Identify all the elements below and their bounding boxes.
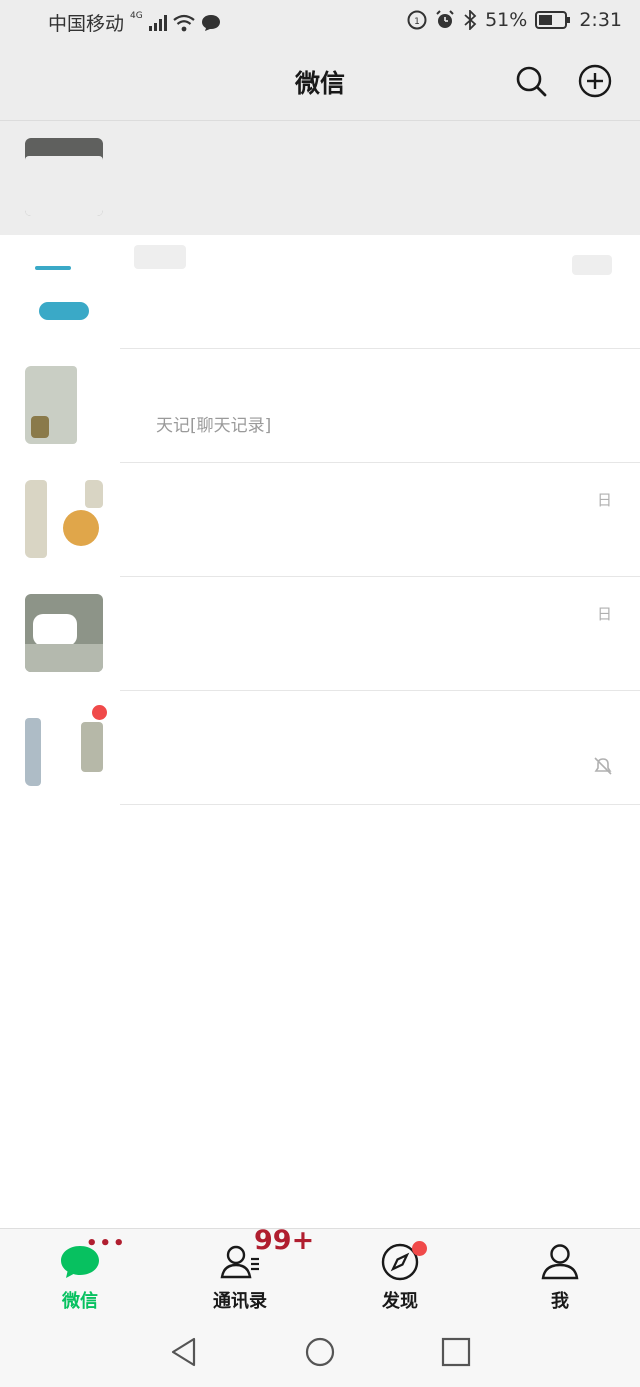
title-bar: 微信 [0,44,640,121]
message-notification-icon [201,14,220,31]
clock: 2:31 [579,9,622,31]
avatar [25,708,103,786]
bell-off-icon [594,757,612,775]
chats-badge: ••• [86,1233,127,1254]
tab-discover[interactable]: 发现 [320,1229,480,1321]
network-type: 4G [130,10,143,21]
discover-notification-dot [412,1241,427,1256]
wifi-icon [173,14,195,31]
dual-sim-icon: 1 [407,10,427,30]
avatar [25,366,103,444]
chat-list: 天记[聊天记录] 日 日 [0,121,640,805]
tab-me[interactable]: 我 [480,1229,640,1321]
search-icon[interactable] [514,64,548,98]
chat-time: 日 [596,605,612,623]
chat-row[interactable] [0,691,640,805]
carrier-name: 中国移动 [48,13,125,35]
battery-percent: 51% [485,9,528,31]
chat-row[interactable]: 日 [0,577,640,691]
unread-dot [92,705,107,720]
signal-icon [148,14,167,31]
system-nav-bar [0,1320,640,1387]
tab-label: 发现 [382,1291,418,1312]
tab-label: 微信 [62,1291,98,1312]
status-bar: 中国移动 4G 1 51% 2:31 [0,0,640,44]
redacted-block [134,245,186,269]
status-right: 1 51% 2:31 [407,9,622,31]
contacts-badge: 99+ [254,1225,315,1256]
chat-row[interactable]: 天记[聊天记录] [0,349,640,463]
redacted-block [572,255,612,275]
status-left: 中国移动 4G [48,9,221,36]
alarm-icon [436,10,454,28]
recents-icon[interactable] [440,1336,472,1368]
chat-row[interactable] [0,121,640,235]
chat-preview: 天记[聊天记录] [156,416,272,436]
tab-label: 我 [551,1291,569,1312]
bottom-tab-bar: 微信 通讯录 发现 我 ••• 99+ [0,1225,640,1321]
bluetooth-icon [464,10,477,30]
avatar [25,594,103,672]
avatar [25,480,103,558]
avatar [25,252,103,330]
tab-label: 通讯录 [213,1291,267,1312]
plus-circle-icon[interactable] [578,64,612,98]
tab-chats[interactable]: 微信 [0,1229,160,1321]
chat-row[interactable]: 日 [0,463,640,577]
profile-icon [541,1244,579,1280]
row-divider [120,804,640,805]
chat-row[interactable] [0,235,640,349]
battery-icon [535,11,571,29]
svg-text:1: 1 [414,17,420,27]
avatar [25,138,103,216]
home-icon[interactable] [304,1336,336,1368]
chat-time: 日 [596,491,612,509]
back-icon[interactable] [168,1336,200,1368]
